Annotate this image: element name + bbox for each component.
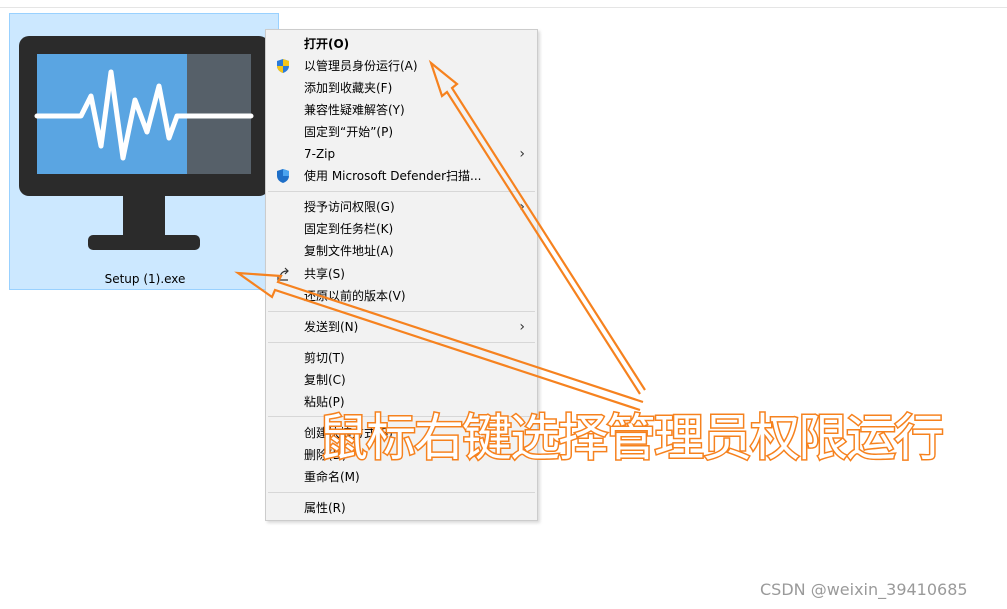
watermark: CSDN @weixin_39410685 (760, 580, 968, 599)
arrow-to-run-as-admin (428, 59, 646, 395)
annotation-caption: 鼠标右键选择管理员权限运行 (317, 408, 946, 469)
annotation-arrows (234, 59, 646, 412)
